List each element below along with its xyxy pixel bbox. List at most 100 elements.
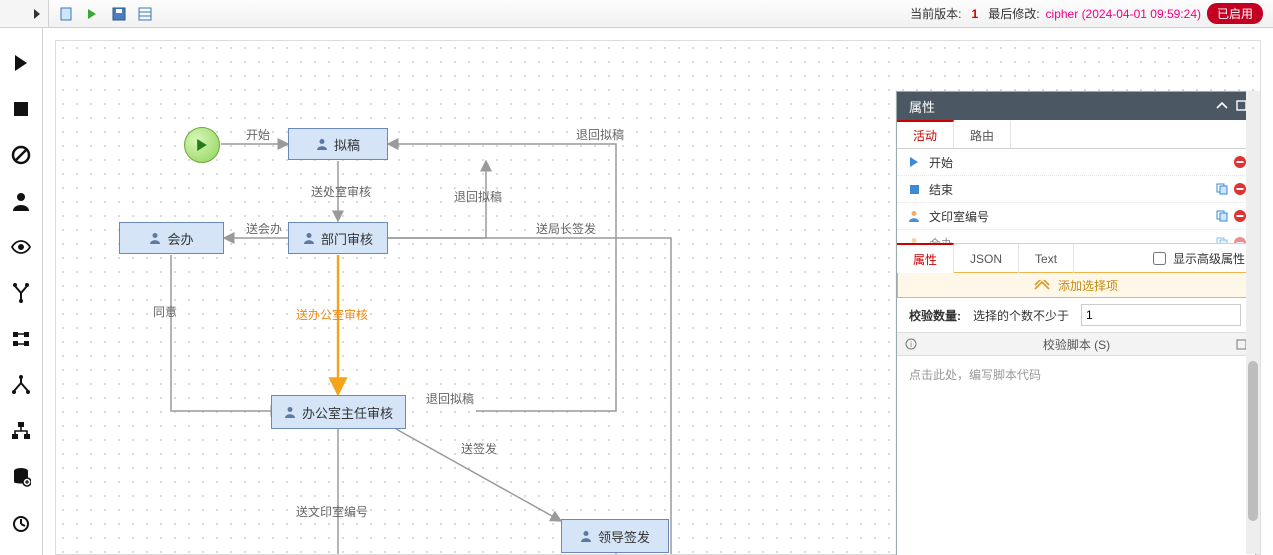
list-item[interactable]: 结束 [897,176,1255,203]
subtab-props[interactable]: 属性 [897,243,954,273]
topbar-left [0,0,153,27]
delete-icon[interactable] [1233,155,1247,169]
add-option-button[interactable]: 添加选择项 [897,272,1255,298]
tool-stop[interactable] [10,98,32,120]
new-doc-button[interactable] [59,6,75,22]
tool-timer[interactable] [10,512,32,534]
tool-org[interactable] [10,420,32,442]
delete-icon[interactable] [1233,209,1247,223]
edge-draft-dept: 送处室审核 [311,184,371,199]
panel-top-tabs: 活动 路由 [897,120,1255,149]
person-icon [907,209,921,223]
deploy-button[interactable] [85,6,101,22]
tool-bracket[interactable] [10,328,32,350]
version-number: 1 [972,7,979,21]
modifier-text: cipher (2024-04-01 09:59:24) [1046,7,1201,21]
list-item[interactable]: 文印室编号 [897,203,1255,230]
subtab-json[interactable]: JSON [954,243,1019,273]
delete-icon[interactable] [1233,236,1247,244]
scrollbar-thumb[interactable] [1248,361,1258,521]
topbar-actions [49,6,153,22]
tab-activity[interactable]: 活动 [897,120,954,148]
tab-route[interactable]: 路由 [954,120,1011,148]
play-icon [907,155,921,169]
validate-label: 校验数量: [909,307,961,324]
tool-play[interactable] [10,52,32,74]
advanced-checkbox[interactable]: 显示高级属性 [1149,249,1255,268]
person-icon [580,530,592,542]
node-draft-label: 拟稿 [334,135,360,154]
canvas-area[interactable]: 开始 送处室审核 送会办 同意 送办公室审核 退回拟稿 [43,28,1273,555]
person-icon [303,232,315,244]
advanced-checkbox-label: 显示高级属性 [1173,250,1245,267]
tool-person[interactable] [10,190,32,212]
chevron-up-double-icon [1034,280,1050,290]
modified-label: 最后修改: [988,5,1039,22]
right-scrollbar[interactable] [1246,91,1260,554]
node-meeting[interactable]: 会办 [119,222,224,254]
save-button[interactable] [111,6,127,22]
sub-tabs: 属性 JSON Text 显示高级属性 [897,244,1255,273]
copy-icon[interactable] [1215,209,1229,223]
list-item[interactable]: 开始 [897,149,1255,176]
properties-panel: 属性 活动 路由 开始 [896,91,1256,555]
node-dept-review[interactable]: 部门审核 [288,222,388,254]
sidebar-toggle[interactable] [0,0,49,27]
script-section-header: i 校验脚本 (S) [897,332,1255,356]
tool-db[interactable] [10,466,32,488]
tool-merge[interactable] [10,282,32,304]
topbar-status: 当前版本: 1 最后修改: cipher (2024-04-01 09:59:2… [910,3,1273,24]
panel-header[interactable]: 属性 [897,92,1255,120]
edge-bureau: 送局长签发 [536,221,596,236]
node-leader-sign[interactable]: 领导签发 [561,519,669,553]
layout-button[interactable] [137,6,153,22]
chevron-right-icon [32,9,42,19]
node-draft[interactable]: 拟稿 [288,128,388,160]
panel-title: 属性 [909,97,935,116]
node-leader-label: 领导签发 [598,527,650,546]
node-office-label: 办公室主任审核 [302,403,393,422]
svg-text:i: i [910,340,912,349]
left-tool-strip [0,28,43,555]
edge-return-top: 退回拟稿 [576,127,624,142]
edge-agree: 同意 [153,304,177,319]
edge-office-leader: 送签发 [461,441,497,456]
script-title: 校验脚本 (S) [917,336,1236,353]
status-badge: 已启用 [1207,3,1263,24]
person-icon [284,406,296,418]
top-toolbar: 当前版本: 1 最后修改: cipher (2024-04-01 09:59:2… [0,0,1273,28]
subtab-text[interactable]: Text [1019,243,1074,273]
start-node[interactable] [184,127,220,163]
edge-dept-meeting: 送会办 [246,221,282,236]
list-item-label: 开始 [929,154,953,171]
stop-icon [907,182,921,196]
activity-list: 开始 结束 [897,149,1255,244]
play-icon [196,139,208,151]
list-item[interactable]: 会办 [897,230,1255,244]
edge-office-return: 退回拟稿 [426,391,474,406]
advanced-checkbox-input[interactable] [1153,252,1166,265]
node-office-review[interactable]: 办公室主任审核 [271,395,406,429]
tool-eye[interactable] [10,236,32,258]
list-item-label: 文印室编号 [929,208,989,225]
list-item-label: 结束 [929,181,953,198]
collapse-icon[interactable] [1216,100,1228,112]
person-icon [149,232,161,244]
edge-office-stamp: 送文印室编号 [296,504,368,519]
edge-start-label: 开始 [246,128,270,142]
edge-return-mid: 退回拟稿 [454,189,502,204]
validate-count-input[interactable] [1081,304,1241,326]
node-dept-label: 部门审核 [321,229,373,248]
node-meeting-label: 会办 [167,229,193,248]
copy-icon[interactable] [1215,236,1229,244]
flow-canvas[interactable]: 开始 送处室审核 送会办 同意 送办公室审核 退回拟稿 [55,40,1261,555]
tool-fork[interactable] [10,374,32,396]
info-icon[interactable]: i [905,338,917,350]
validate-prefix: 选择的个数不少于 [973,307,1069,324]
tool-forbid[interactable] [10,144,32,166]
version-label: 当前版本: [910,5,961,22]
script-editor[interactable]: 点击此处，编写脚本代码 [897,356,1255,555]
edge-dept-office: 送办公室审核 [296,307,368,322]
delete-icon[interactable] [1233,182,1247,196]
copy-icon[interactable] [1215,182,1229,196]
